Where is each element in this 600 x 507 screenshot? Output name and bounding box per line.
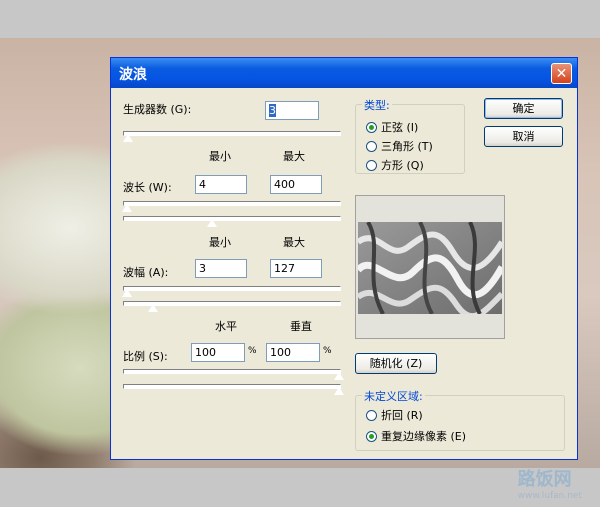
wavelength-max-thumb[interactable] bbox=[206, 218, 218, 228]
watermark-main: 路饭网 bbox=[517, 469, 572, 490]
amplitude-min-header: 最小 bbox=[209, 236, 231, 249]
undefined-area-title: 未定义区域: bbox=[362, 388, 425, 404]
close-icon: ✕ bbox=[555, 65, 568, 82]
scale-horizontal-thumb[interactable] bbox=[333, 371, 345, 381]
type-square-label: 方形 (Q) bbox=[381, 159, 424, 172]
scale-horizontal-header: 水平 bbox=[215, 320, 237, 333]
amplitude-min-input[interactable]: 3 bbox=[195, 259, 247, 278]
radio-triangle[interactable] bbox=[366, 140, 377, 152]
generators-label: 生成器数 (G): bbox=[123, 103, 192, 116]
randomize-button[interactable]: 随机化 (Z) bbox=[355, 353, 437, 374]
repeat-edge-label: 重复边缘像素 (E) bbox=[381, 430, 467, 443]
amplitude-max-thumb[interactable] bbox=[147, 303, 159, 313]
scale-horizontal-input[interactable]: 100 bbox=[191, 343, 245, 362]
preview-pane[interactable] bbox=[355, 195, 505, 339]
wavelength-label: 波长 (W): bbox=[123, 181, 172, 194]
generators-slider[interactable] bbox=[123, 131, 341, 136]
amplitude-min-slider[interactable] bbox=[123, 286, 341, 291]
amplitude-max-header: 最大 bbox=[283, 236, 305, 249]
scale-vertical-thumb[interactable] bbox=[333, 386, 345, 396]
scale-vertical-slider[interactable] bbox=[123, 384, 341, 389]
wave-preview-image bbox=[358, 222, 502, 314]
scale-horizontal-unit: % bbox=[248, 346, 257, 356]
wavelength-min-thumb[interactable] bbox=[121, 203, 133, 213]
titlebar[interactable]: 波浪 ✕ bbox=[111, 58, 577, 88]
canvas-margin bbox=[0, 468, 600, 507]
generators-input[interactable]: 3 bbox=[265, 101, 319, 120]
wavelength-min-slider[interactable] bbox=[123, 201, 341, 206]
wavelength-min-header: 最小 bbox=[209, 150, 231, 163]
amplitude-min-thumb[interactable] bbox=[121, 288, 133, 298]
wavelength-max-input[interactable]: 400 bbox=[270, 175, 322, 194]
wavelength-max-slider[interactable] bbox=[123, 216, 341, 221]
scale-vertical-input[interactable]: 100 bbox=[266, 343, 320, 362]
scale-horizontal-slider[interactable] bbox=[123, 369, 341, 374]
wavelength-max-header: 最大 bbox=[283, 150, 305, 163]
close-button[interactable]: ✕ bbox=[551, 63, 572, 84]
type-group-title: 类型: bbox=[362, 97, 392, 113]
repeat-edge-option[interactable]: 重复边缘像素 (E) bbox=[366, 428, 466, 444]
cancel-button[interactable]: 取消 bbox=[484, 126, 563, 147]
generators-slider-thumb[interactable] bbox=[122, 133, 134, 143]
scale-label: 比例 (S): bbox=[123, 350, 168, 363]
type-sine-label: 正弦 (I) bbox=[381, 121, 419, 134]
ok-button[interactable]: 确定 bbox=[484, 98, 563, 119]
type-triangle-label: 三角形 (T) bbox=[381, 140, 433, 153]
wrap-around-option[interactable]: 折回 (R) bbox=[366, 407, 423, 423]
wave-dialog: 波浪 ✕ 生成器数 (G): 3 最小 最大 波长 (W): 4 400 最小 … bbox=[110, 57, 578, 460]
radio-sine[interactable] bbox=[366, 121, 377, 133]
radio-square[interactable] bbox=[366, 159, 377, 171]
radio-wrap-around[interactable] bbox=[366, 409, 377, 421]
watermark: 路饭网 www.lufan.net bbox=[518, 465, 582, 501]
watermark-sub: www.lufan.net bbox=[517, 491, 582, 501]
radio-repeat-edge[interactable] bbox=[366, 430, 377, 442]
amplitude-max-input[interactable]: 127 bbox=[270, 259, 322, 278]
scale-vertical-unit: % bbox=[323, 346, 332, 356]
type-triangle-option[interactable]: 三角形 (T) bbox=[366, 138, 433, 154]
type-square-option[interactable]: 方形 (Q) bbox=[366, 157, 424, 173]
type-sine-option[interactable]: 正弦 (I) bbox=[366, 119, 418, 135]
scale-vertical-header: 垂直 bbox=[290, 320, 312, 333]
wrap-around-label: 折回 (R) bbox=[381, 409, 423, 422]
dialog-title: 波浪 bbox=[119, 67, 147, 83]
amplitude-label: 波幅 (A): bbox=[123, 266, 169, 279]
wavelength-min-input[interactable]: 4 bbox=[195, 175, 247, 194]
